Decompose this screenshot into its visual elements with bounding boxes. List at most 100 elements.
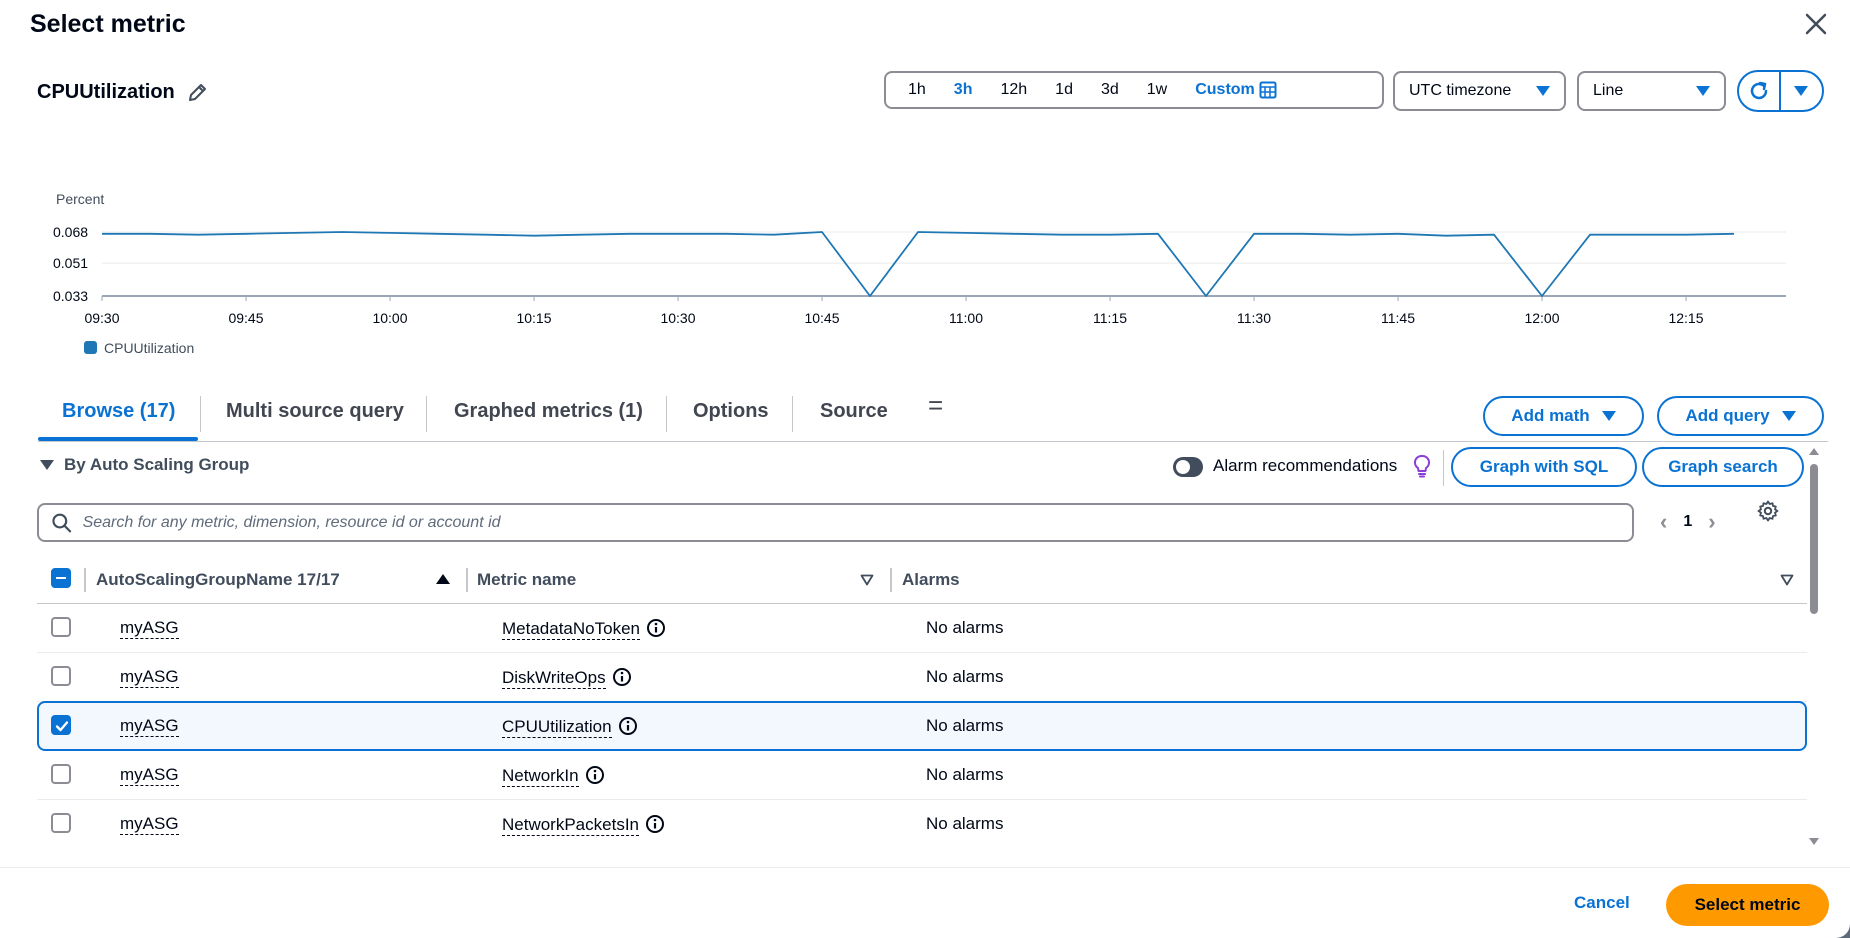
info-icon[interactable] bbox=[646, 618, 666, 638]
scroll-thumb[interactable] bbox=[1810, 464, 1818, 614]
table-header: AutoScalingGroupName 17/17 Metric name A… bbox=[37, 556, 1807, 604]
group-name-link[interactable]: myASG bbox=[120, 814, 179, 835]
info-icon[interactable] bbox=[645, 814, 665, 834]
alarms-value: No alarms bbox=[926, 667, 1004, 686]
scroll-up-arrow[interactable] bbox=[1809, 448, 1819, 455]
tab-options[interactable]: Options bbox=[693, 400, 769, 423]
caret-down-icon bbox=[1536, 86, 1550, 96]
add-query-button[interactable]: Add query bbox=[1657, 396, 1824, 436]
column-header-metric-name[interactable]: Metric name bbox=[477, 570, 576, 590]
table-row[interactable]: myASG NetworkIn No alarms bbox=[37, 751, 1807, 800]
column-header-alarms[interactable]: Alarms bbox=[902, 570, 960, 590]
group-name-link[interactable]: myASG bbox=[120, 765, 179, 786]
time-range-3d[interactable]: 3d bbox=[1087, 73, 1133, 107]
time-range-selector: 1h 3h 12h 1d 3d 1w Custom bbox=[884, 71, 1384, 109]
metric-search bbox=[37, 503, 1634, 542]
legend-swatch bbox=[84, 341, 97, 354]
metric-name-link[interactable]: CPUUtilization bbox=[502, 717, 612, 738]
custom-label: Custom bbox=[1195, 81, 1255, 98]
sort-ascending-icon[interactable] bbox=[436, 574, 450, 584]
info-icon[interactable] bbox=[612, 667, 632, 687]
chevron-left-icon[interactable]: ‹ bbox=[1660, 509, 1667, 535]
group-name-link[interactable]: myASG bbox=[120, 716, 179, 737]
row-checkbox[interactable] bbox=[51, 764, 71, 784]
active-tab-indicator bbox=[38, 437, 198, 441]
lightbulb-icon[interactable] bbox=[1412, 454, 1432, 478]
column-header-group-name[interactable]: AutoScalingGroupName 17/17 bbox=[96, 570, 340, 590]
sort-icon[interactable] bbox=[1780, 574, 1794, 586]
tab-graphed-metrics[interactable]: Graphed metrics (1) bbox=[454, 400, 643, 423]
alarms-value: No alarms bbox=[926, 814, 1004, 833]
group-toggle[interactable]: By Auto Scaling Group bbox=[40, 455, 249, 475]
pencil-icon[interactable] bbox=[186, 82, 208, 104]
tab-divider bbox=[666, 396, 667, 432]
info-icon[interactable] bbox=[618, 716, 638, 736]
footer-divider bbox=[0, 867, 1850, 868]
y-tick-label: 0.033 bbox=[53, 288, 88, 304]
metric-name-link[interactable]: DiskWriteOps bbox=[502, 668, 606, 689]
gear-icon[interactable] bbox=[1757, 500, 1779, 522]
series-line-cpuutilization[interactable] bbox=[102, 231, 1735, 297]
metric-name-link[interactable]: MetadataNoToken bbox=[502, 619, 640, 640]
search-input[interactable] bbox=[82, 513, 1632, 532]
alarm-recommendations-toggle[interactable] bbox=[1173, 457, 1203, 477]
scroll-down-arrow[interactable] bbox=[1809, 838, 1819, 845]
time-range-12h[interactable]: 12h bbox=[986, 73, 1041, 107]
group-name-link[interactable]: myASG bbox=[120, 618, 179, 639]
x-tick-label: 10:00 bbox=[372, 310, 407, 326]
tab-browse[interactable]: Browse (17) bbox=[62, 400, 175, 423]
graph-search-button[interactable]: Graph search bbox=[1642, 447, 1804, 487]
table-row[interactable]: myASG DiskWriteOps No alarms bbox=[37, 653, 1807, 702]
select-metric-modal: Select metric CPUUtilization 1h 3h 12h 1… bbox=[0, 0, 1850, 938]
timezone-select[interactable]: UTC timezone bbox=[1393, 71, 1566, 111]
select-all-checkbox[interactable] bbox=[51, 568, 71, 588]
time-range-custom[interactable]: Custom bbox=[1181, 73, 1283, 107]
alarm-recommendations-label: Alarm recommendations bbox=[1213, 456, 1398, 475]
tab-divider bbox=[200, 396, 201, 432]
graph-with-sql-button[interactable]: Graph with SQL bbox=[1451, 447, 1637, 487]
x-tick-label: 10:30 bbox=[660, 310, 695, 326]
row-checkbox[interactable] bbox=[51, 813, 71, 833]
time-range-1d[interactable]: 1d bbox=[1041, 73, 1087, 107]
page-number[interactable]: 1 bbox=[1683, 513, 1692, 531]
metric-name-link[interactable]: NetworkPacketsIn bbox=[502, 815, 639, 836]
row-checkbox[interactable] bbox=[51, 715, 71, 735]
metrics-table: AutoScalingGroupName 17/17 Metric name A… bbox=[37, 556, 1807, 846]
x-tick-label: 10:45 bbox=[804, 310, 839, 326]
x-tick-label: 12:15 bbox=[1668, 310, 1703, 326]
table-row-selected[interactable]: myASG CPUUtilization No alarms bbox=[37, 701, 1807, 751]
x-tick-label: 11:00 bbox=[949, 310, 983, 326]
info-icon[interactable] bbox=[585, 765, 605, 785]
sort-icon[interactable] bbox=[860, 574, 874, 586]
table-row[interactable]: myASG NetworkPacketsIn No alarms bbox=[37, 800, 1807, 846]
refresh-options-button[interactable] bbox=[1781, 72, 1823, 110]
table-row[interactable]: myASG MetadataNoToken No alarms bbox=[37, 604, 1807, 653]
group-name-link[interactable]: myASG bbox=[120, 667, 179, 688]
row-checkbox[interactable] bbox=[51, 666, 71, 686]
time-range-1w[interactable]: 1w bbox=[1133, 73, 1181, 107]
caret-down-icon bbox=[1794, 86, 1809, 96]
tab-multi-source-query[interactable]: Multi source query bbox=[226, 400, 404, 423]
tab-source[interactable]: Source bbox=[820, 400, 888, 423]
modal-title: Select metric bbox=[30, 10, 186, 38]
add-math-label: Add math bbox=[1511, 406, 1590, 425]
chart-type-select[interactable]: Line bbox=[1577, 71, 1726, 111]
chevron-right-icon[interactable]: › bbox=[1708, 509, 1715, 535]
tab-divider bbox=[426, 396, 427, 432]
select-metric-button[interactable]: Select metric bbox=[1666, 884, 1829, 926]
x-axis-ticks: 09:30 09:45 10:00 10:15 10:30 10:45 11:00 11:15… bbox=[84, 296, 1704, 326]
caret-down-icon bbox=[1601, 411, 1616, 421]
tabs-menu-icon[interactable]: = bbox=[928, 390, 943, 421]
metric-name-link[interactable]: NetworkIn bbox=[502, 766, 579, 787]
refresh-button[interactable] bbox=[1739, 72, 1781, 110]
x-tick-label: 11:15 bbox=[1093, 310, 1127, 326]
cancel-button[interactable]: Cancel bbox=[1574, 893, 1630, 913]
close-icon[interactable] bbox=[1800, 8, 1832, 40]
legend-label[interactable]: CPUUtilization bbox=[104, 340, 194, 356]
scrollbar[interactable] bbox=[1808, 448, 1820, 846]
time-range-3h[interactable]: 3h bbox=[940, 73, 987, 107]
row-checkbox[interactable] bbox=[51, 617, 71, 637]
time-range-1h[interactable]: 1h bbox=[894, 73, 940, 107]
column-divider bbox=[84, 568, 86, 592]
add-math-button[interactable]: Add math bbox=[1483, 396, 1644, 436]
